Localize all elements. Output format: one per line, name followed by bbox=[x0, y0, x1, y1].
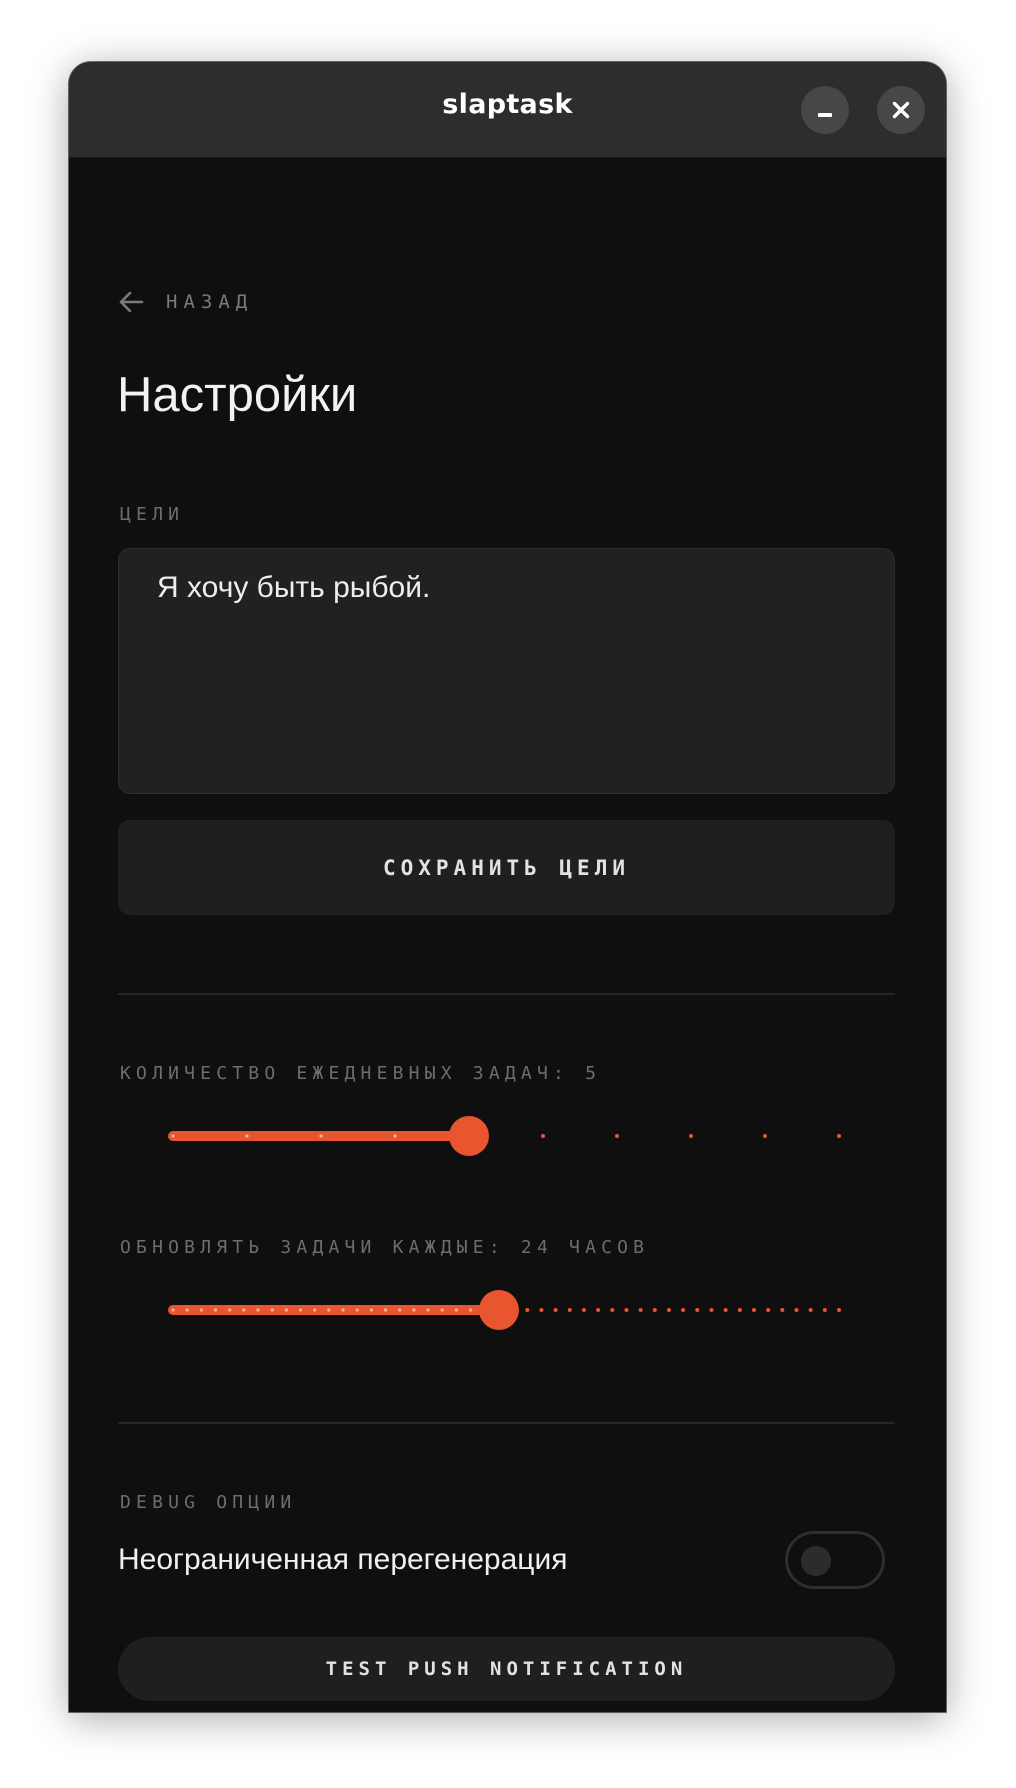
back-label: НАЗАД bbox=[166, 291, 254, 313]
refresh-interval-slider-tick bbox=[440, 1308, 444, 1312]
refresh-interval-slider-tick bbox=[596, 1308, 601, 1312]
daily-tasks-slider-tick bbox=[689, 1134, 693, 1138]
refresh-interval-slider-tick bbox=[567, 1308, 572, 1312]
daily-tasks-slider-track bbox=[168, 1116, 841, 1156]
refresh-interval-slider-tick bbox=[581, 1308, 586, 1312]
daily-tasks-slider-tick bbox=[541, 1134, 545, 1138]
refresh-interval-slider-tick bbox=[624, 1308, 629, 1312]
refresh-interval-slider-tick bbox=[256, 1308, 260, 1312]
refresh-interval-slider-tick bbox=[270, 1308, 274, 1312]
refresh-interval-slider-tick bbox=[341, 1308, 345, 1312]
close-button[interactable] bbox=[877, 86, 925, 134]
refresh-interval-slider-tick bbox=[327, 1308, 331, 1312]
refresh-interval-slider-tick bbox=[284, 1308, 288, 1312]
test-push-button[interactable]: TEST PUSH NOTIFICATION bbox=[118, 1637, 895, 1701]
refresh-interval-slider-tick bbox=[355, 1308, 359, 1312]
refresh-interval-slider-tick bbox=[213, 1308, 218, 1312]
page-title: Настройки bbox=[117, 368, 358, 422]
refresh-interval-slider-tick bbox=[610, 1308, 615, 1312]
refresh-interval-slider-tick bbox=[525, 1308, 530, 1312]
refresh-interval-slider-tick bbox=[695, 1308, 700, 1312]
refresh-interval-slider-tick bbox=[383, 1308, 388, 1312]
daily-tasks-slider-tick bbox=[319, 1134, 323, 1138]
refresh-interval-slider-tick bbox=[638, 1308, 643, 1312]
refresh-interval-slider-thumb[interactable] bbox=[478, 1290, 519, 1330]
refresh-interval-slider-tick bbox=[185, 1308, 189, 1312]
refresh-interval-slider-tick bbox=[313, 1308, 317, 1312]
daily-tasks-slider-tick bbox=[171, 1134, 175, 1138]
daily-tasks-slider-tick bbox=[393, 1134, 397, 1138]
refresh-interval-slider-tick bbox=[228, 1308, 232, 1312]
unlimited-regen-label: Неограниченная перегенерация bbox=[118, 1543, 568, 1576]
daily-tasks-slider-tick bbox=[763, 1134, 767, 1138]
refresh-interval-slider-tick bbox=[298, 1308, 303, 1312]
save-goals-button[interactable]: СОХРАНИТЬ ЦЕЛИ bbox=[118, 820, 895, 915]
back-button[interactable]: НАЗАД bbox=[118, 287, 253, 317]
app-window: slaptask НАЗАД Настройки ЦЕЛИ Я хочу быт… bbox=[69, 62, 946, 1712]
refresh-interval-slider-tick bbox=[737, 1308, 742, 1312]
refresh-interval-slider-tick bbox=[808, 1308, 813, 1312]
daily-tasks-label: КОЛИЧЕСТВО ЕЖЕДНЕВНЫХ ЗАДАЧ: 5 bbox=[120, 1063, 602, 1084]
daily-tasks-slider-thumb[interactable] bbox=[449, 1116, 489, 1156]
minimize-icon bbox=[818, 113, 832, 117]
refresh-interval-slider-tick bbox=[780, 1308, 785, 1312]
refresh-interval-slider-tick bbox=[681, 1308, 686, 1312]
refresh-interval-slider-tick bbox=[837, 1308, 841, 1312]
goals-section-label: ЦЕЛИ bbox=[120, 504, 185, 525]
refresh-interval-slider-tick bbox=[468, 1308, 473, 1312]
refresh-interval-slider-tick bbox=[666, 1308, 671, 1312]
arrow-left-icon bbox=[119, 291, 144, 313]
refresh-interval-slider-tick bbox=[766, 1308, 771, 1312]
refresh-interval-slider-tick bbox=[426, 1308, 430, 1312]
goals-textarea[interactable]: Я хочу быть рыбой. bbox=[118, 548, 895, 794]
refresh-interval-slider-tick bbox=[369, 1308, 373, 1312]
daily-tasks-slider-tick bbox=[615, 1134, 619, 1138]
divider bbox=[118, 1422, 895, 1424]
unlimited-regen-row: Неограниченная перегенерация bbox=[118, 1531, 895, 1593]
close-icon bbox=[892, 101, 910, 119]
divider bbox=[118, 993, 895, 995]
refresh-interval-slider-tick bbox=[822, 1308, 827, 1312]
refresh-interval-slider-tick bbox=[709, 1308, 714, 1312]
refresh-interval-slider-tick bbox=[723, 1308, 728, 1312]
refresh-interval-slider-tick bbox=[751, 1308, 756, 1312]
refresh-interval-slider-track bbox=[168, 1290, 841, 1330]
refresh-interval-slider-tick bbox=[794, 1308, 799, 1312]
titlebar[interactable]: slaptask bbox=[69, 62, 946, 158]
refresh-interval-slider-tick bbox=[412, 1308, 416, 1312]
toggle-knob bbox=[801, 1546, 831, 1576]
refresh-interval-slider[interactable] bbox=[165, 1290, 847, 1330]
daily-tasks-slider-tick bbox=[837, 1134, 841, 1138]
daily-tasks-slider-tick bbox=[245, 1134, 249, 1138]
refresh-interval-label: ОБНОВЛЯТЬ ЗАДАЧИ КАЖДЫЕ: 24 ЧАСОВ bbox=[120, 1237, 650, 1258]
minimize-button[interactable] bbox=[801, 86, 849, 134]
unlimited-regen-toggle[interactable] bbox=[785, 1531, 885, 1589]
refresh-interval-slider-tick bbox=[171, 1308, 175, 1312]
refresh-interval-slider-tick bbox=[398, 1308, 402, 1312]
refresh-interval-slider-tick bbox=[539, 1308, 544, 1312]
daily-tasks-slider[interactable] bbox=[165, 1116, 847, 1156]
refresh-interval-slider-tick bbox=[652, 1308, 657, 1312]
refresh-interval-slider-tick bbox=[454, 1308, 459, 1312]
refresh-interval-slider-tick bbox=[199, 1308, 203, 1312]
refresh-interval-slider-tick bbox=[553, 1308, 558, 1312]
debug-section-label: DEBUG ОПЦИИ bbox=[120, 1492, 297, 1513]
refresh-interval-slider-tick bbox=[242, 1308, 246, 1312]
